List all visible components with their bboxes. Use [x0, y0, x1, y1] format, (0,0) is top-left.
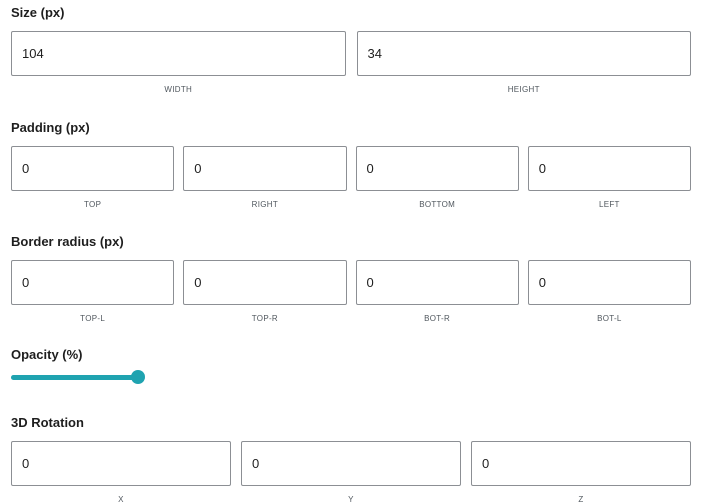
- radius-top-left-label: TOP-L: [80, 314, 106, 323]
- rotation-z-field-group: Z: [471, 441, 691, 504]
- width-field-group: WIDTH: [11, 31, 346, 94]
- rotation-y-input[interactable]: [241, 441, 461, 486]
- radius-top-left-field-group: TOP-L: [11, 260, 175, 323]
- radius-bottom-left-label: BOT-L: [597, 314, 622, 323]
- padding-left-label: LEFT: [598, 200, 620, 209]
- rotation-x-label: X: [118, 495, 124, 504]
- radius-bottom-left-field-group: BOT-L: [527, 260, 691, 323]
- rotation-section: 3D Rotation X Y Z: [11, 415, 691, 504]
- padding-left-input[interactable]: [527, 146, 691, 191]
- rotation-x-field-group: X: [11, 441, 231, 504]
- border-radius-title: Border radius (px): [11, 234, 124, 249]
- padding-bottom-field-group: BOTTOM: [355, 146, 519, 209]
- padding-section: Padding (px) TOP RIGHT BOTTOM LEFT: [11, 120, 691, 209]
- width-label: WIDTH: [164, 85, 193, 94]
- width-input[interactable]: [11, 31, 346, 76]
- opacity-slider[interactable]: [11, 369, 145, 385]
- padding-bottom-input[interactable]: [355, 146, 519, 191]
- height-field-group: HEIGHT: [356, 31, 691, 94]
- radius-top-right-field-group: TOP-R: [183, 260, 347, 323]
- padding-top-field-group: TOP: [11, 146, 175, 209]
- radius-bottom-left-input[interactable]: [527, 260, 691, 305]
- opacity-section: Opacity (%): [11, 347, 691, 385]
- rotation-z-input[interactable]: [471, 441, 691, 486]
- padding-bottom-label: BOTTOM: [419, 200, 456, 209]
- radius-top-left-input[interactable]: [11, 260, 175, 305]
- padding-right-label: RIGHT: [251, 200, 279, 209]
- rotation-z-label: Z: [578, 495, 584, 504]
- radius-top-right-label: TOP-R: [251, 314, 278, 323]
- style-settings-panel: Size (px) WIDTH HEIGHT Padding (px) TOP …: [0, 0, 704, 504]
- padding-title: Padding (px): [11, 120, 90, 135]
- padding-right-field-group: RIGHT: [183, 146, 347, 209]
- radius-top-right-input[interactable]: [183, 260, 347, 305]
- rotation-y-field-group: Y: [241, 441, 461, 504]
- rotation-y-label: Y: [348, 495, 354, 504]
- rotation-fields: X Y Z: [11, 441, 691, 504]
- opacity-title: Opacity (%): [11, 347, 83, 362]
- border-radius-section: Border radius (px) TOP-L TOP-R BOT-R BOT…: [11, 234, 691, 323]
- padding-top-label: TOP: [84, 200, 102, 209]
- rotation-x-input[interactable]: [11, 441, 231, 486]
- rotation-title: 3D Rotation: [11, 415, 84, 430]
- height-label: HEIGHT: [507, 85, 540, 94]
- padding-right-input[interactable]: [183, 146, 347, 191]
- size-section: Size (px) WIDTH HEIGHT: [11, 5, 691, 94]
- opacity-slider-handle[interactable]: [131, 370, 145, 384]
- size-fields: WIDTH HEIGHT: [11, 31, 691, 94]
- radius-bottom-right-input[interactable]: [355, 260, 519, 305]
- radius-bottom-right-label: BOT-R: [424, 314, 451, 323]
- border-radius-fields: TOP-L TOP-R BOT-R BOT-L: [11, 260, 691, 323]
- padding-left-field-group: LEFT: [527, 146, 691, 209]
- height-input[interactable]: [356, 31, 691, 76]
- padding-fields: TOP RIGHT BOTTOM LEFT: [11, 146, 691, 209]
- radius-bottom-right-field-group: BOT-R: [355, 260, 519, 323]
- size-title: Size (px): [11, 5, 65, 20]
- opacity-slider-fill: [11, 375, 138, 380]
- padding-top-input[interactable]: [11, 146, 175, 191]
